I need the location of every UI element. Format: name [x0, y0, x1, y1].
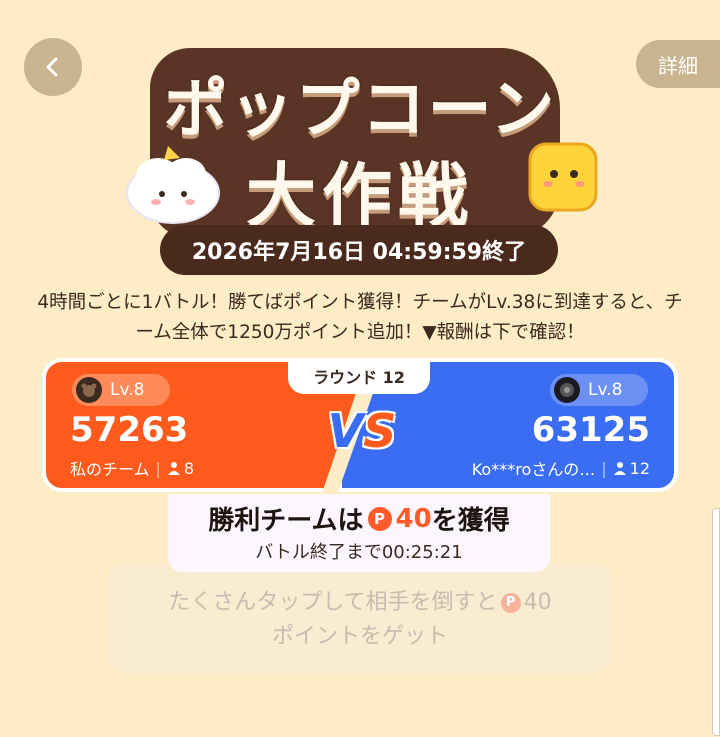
vs-badge: VS [312, 404, 412, 464]
point-coin-icon: P [500, 593, 521, 613]
divider: | [601, 458, 607, 478]
vs-letter-s: S [363, 404, 397, 458]
battle-countdown: バトル終了まで00:25:21 [255, 542, 463, 563]
event-end-time: 2026年7月16日 04:59:59終了 [160, 225, 558, 275]
opponent-team-level: Lv.8 [550, 374, 648, 406]
detail-button[interactable]: 詳細 [636, 40, 720, 88]
my-team-members: 8 [183, 458, 195, 478]
reward-amount: 40 [395, 503, 432, 534]
tap-hint-amount: 40 [523, 590, 552, 615]
reward-panel: 勝利チームは P 40 を獲得 バトル終了まで00:25:21 [168, 494, 550, 572]
vs-letter-v: V [327, 404, 364, 458]
event-description: 4時間ごとに1バトル！勝てばポイント獲得！チームがLv.38に到達すると、チーム… [37, 292, 683, 343]
tap-hint: たくさんタップして相手を倒すと P 40 ポイントをゲット [106, 586, 614, 654]
reward-prefix: 勝利チームは [208, 506, 364, 536]
round-label: ラウンド 12 [288, 358, 430, 394]
opponent-team-members: 12 [629, 458, 650, 478]
my-team-meta: 私のチーム | 8 [70, 456, 194, 480]
scrollbar[interactable] [712, 508, 720, 736]
person-icon [167, 462, 180, 475]
my-team-level: Lv.8 [72, 374, 170, 406]
reward-title: 勝利チームは P 40 を獲得 [168, 500, 550, 537]
opponent-team-level-text: Lv.8 [588, 380, 623, 400]
bear-avatar-icon [76, 377, 102, 403]
my-team-score: 57263 [70, 410, 189, 450]
back-button[interactable] [24, 38, 82, 96]
person-icon [613, 462, 626, 475]
tap-hint-line2: ポイントをゲット [271, 624, 448, 649]
my-team-level-text: Lv.8 [110, 380, 145, 400]
toast-character-icon [528, 142, 598, 212]
divider: | [155, 458, 161, 478]
my-team-name: 私のチーム [70, 460, 150, 479]
battle-card: ラウンド 12 VS Lv.8 Lv.8 57263 63125 私のチーム |… [42, 358, 678, 492]
dark-avatar-icon [554, 377, 580, 403]
opponent-team-name: Ko***roさんの… [471, 460, 596, 479]
opponent-team-score: 63125 [531, 410, 650, 450]
chevron-left-icon [46, 57, 58, 77]
cloud-character-icon [126, 146, 220, 224]
tap-hint-line1: たくさんタップして相手を倒すと [168, 590, 498, 615]
opponent-team-meta: Ko***roさんの… | 12 [472, 456, 650, 480]
point-coin-icon: P [367, 506, 392, 531]
tap-area[interactable]: たくさんタップして相手を倒すと P 40 ポイントをゲット [106, 562, 614, 674]
reward-suffix: を獲得 [431, 506, 510, 536]
detail-label: 詳細 [658, 53, 698, 78]
